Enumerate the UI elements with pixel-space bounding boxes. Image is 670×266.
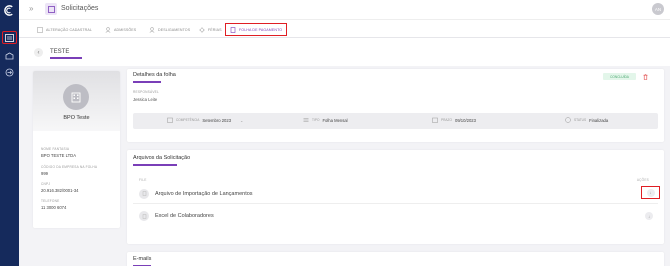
building-icon bbox=[71, 92, 81, 103]
company-profile-card: BPO Teste NOME FANTASIA BPO TESTE LTDA C… bbox=[33, 71, 120, 228]
arquivos-card: Arquivos da Solicitação FILE AÇÕES Arqui… bbox=[127, 150, 664, 244]
check-icon bbox=[565, 117, 571, 123]
profile-field-nome-fantasia: NOME FANTASIA BPO TESTE LTDA bbox=[41, 147, 76, 158]
info-value: Setembro 2023 bbox=[202, 117, 232, 123]
chevron-down-icon[interactable]: ⌄ bbox=[240, 118, 243, 123]
tab-label: FÉRIAS bbox=[208, 27, 222, 32]
sub-header: ‹ TESTE bbox=[19, 38, 670, 66]
title-underline bbox=[133, 164, 177, 166]
calendar-icon bbox=[432, 117, 438, 123]
nav-integracoes-icon[interactable] bbox=[2, 66, 17, 79]
column-header-actions: AÇÕES bbox=[636, 178, 649, 182]
tab-bar: ALTERAÇÃO CADASTRAL ADMISSÕES DESLIGAMEN… bbox=[19, 19, 670, 39]
info-tipo: TIPO Folha Mensal bbox=[303, 117, 348, 123]
emails-title: E-mails bbox=[133, 256, 152, 262]
field-label: CNPJ bbox=[41, 182, 51, 186]
back-button[interactable]: ‹ bbox=[34, 48, 43, 57]
left-rail bbox=[0, 0, 19, 266]
field-value: BPO TESTE LTDA bbox=[41, 153, 76, 158]
tab-label: ADMISSÕES bbox=[114, 27, 137, 32]
nav-solicitacoes-icon[interactable] bbox=[2, 31, 17, 44]
nav-empresas-icon[interactable] bbox=[2, 49, 17, 62]
field-label: CÓDIGO DA EMPRESA NA FOLHA bbox=[41, 165, 98, 169]
download-icon: ↓ bbox=[646, 188, 655, 197]
title-underline bbox=[133, 81, 161, 83]
edit-icon bbox=[37, 26, 43, 33]
status-badge: CONCLUÍDA bbox=[603, 73, 636, 80]
details-card: Detalhes da folha CONCLUÍDA RESPONSÁVEL … bbox=[127, 69, 664, 142]
trash-icon bbox=[643, 73, 648, 80]
tab-folha-de-pagamento[interactable]: FOLHA DE PAGAMENTO bbox=[225, 23, 288, 39]
user-remove-icon bbox=[149, 26, 155, 33]
user-add-icon bbox=[105, 26, 111, 33]
top-header: » Solicitações AN bbox=[19, 0, 670, 19]
document-icon bbox=[230, 26, 236, 33]
field-label: TELEFONE bbox=[41, 199, 60, 203]
info-value: Finalizada bbox=[589, 117, 609, 123]
field-value: 20.916.382/0001-34 bbox=[41, 188, 79, 193]
calendar-icon bbox=[167, 117, 173, 123]
title-underline bbox=[50, 57, 82, 59]
list-icon bbox=[303, 118, 309, 122]
info-competencia: COMPETÊNCIA Setembro 2023 ⌄ bbox=[167, 117, 243, 123]
sun-icon bbox=[199, 26, 205, 33]
chevron-left-icon: ‹ bbox=[37, 49, 40, 56]
field-label: NOME FANTASIA bbox=[41, 147, 70, 151]
details-title: Detalhes da folha bbox=[133, 72, 176, 78]
info-prazo: PRAZO 09/10/2023 bbox=[432, 117, 476, 123]
file-name: Arquivo de Importação de Lançamentos bbox=[155, 190, 253, 197]
responsavel-label: RESPONSÁVEL bbox=[133, 90, 159, 94]
delete-button[interactable] bbox=[642, 73, 649, 80]
app-logo-icon bbox=[4, 5, 13, 16]
tab-label: FOLHA DE PAGAMENTO bbox=[239, 27, 283, 32]
download-button[interactable]: ↓ bbox=[641, 186, 660, 199]
info-value: 09/10/2023 bbox=[454, 117, 476, 123]
file-name: Excel de Colaboradores bbox=[155, 213, 214, 219]
column-header-file: FILE bbox=[139, 178, 147, 182]
tab-ferias[interactable]: FÉRIAS bbox=[199, 23, 222, 36]
tab-label: ALTERAÇÃO CADASTRAL bbox=[46, 27, 92, 32]
responsavel-value: Jessica Leite bbox=[133, 97, 158, 102]
file-row: Excel de Colaboradores bbox=[133, 206, 658, 226]
profile-field-codigo: CÓDIGO DA EMPRESA NA FOLHA 999 bbox=[41, 165, 97, 176]
page-title: Solicitações bbox=[61, 5, 99, 12]
info-label: TIPO bbox=[312, 118, 320, 122]
details-info-bar: COMPETÊNCIA Setembro 2023 ⌄ TIPO Folha M… bbox=[133, 113, 658, 129]
tab-label: DESLIGAMENTOS bbox=[158, 27, 191, 32]
info-status: STATUS Finalizada bbox=[565, 117, 608, 123]
info-label: PRAZO bbox=[441, 118, 452, 122]
arquivos-title: Arquivos da Solicitação bbox=[133, 155, 191, 161]
info-label: STATUS bbox=[574, 118, 587, 122]
field-value: 11 3000 6074 bbox=[41, 205, 67, 210]
company-logo bbox=[63, 84, 89, 110]
solicitacoes-icon bbox=[45, 3, 57, 15]
field-value: 999 bbox=[41, 171, 48, 176]
expand-sidebar-icon[interactable]: » bbox=[29, 4, 33, 13]
profile-field-cnpj: CNPJ 20.916.382/0001-34 bbox=[41, 182, 79, 193]
avatar[interactable]: AN bbox=[652, 3, 664, 15]
tab-alteracao-cadastral[interactable]: ALTERAÇÃO CADASTRAL bbox=[37, 23, 92, 36]
tab-admissoes[interactable]: ADMISSÕES bbox=[105, 23, 136, 36]
info-value: Folha Mensal bbox=[322, 117, 348, 123]
download-button[interactable]: ↓ bbox=[644, 211, 654, 221]
emails-card: E-mails bbox=[127, 252, 664, 266]
company-name: BPO Teste bbox=[63, 115, 90, 121]
file-row: Arquivo de Importação de Lançamentos bbox=[133, 184, 658, 204]
info-label: COMPETÊNCIA bbox=[176, 118, 200, 122]
download-icon: ↓ bbox=[645, 212, 653, 220]
company-title: TESTE bbox=[50, 49, 70, 55]
file-icon bbox=[139, 188, 149, 199]
tab-desligamentos[interactable]: DESLIGAMENTOS bbox=[149, 23, 190, 36]
profile-field-telefone: TELEFONE 11 3000 6074 bbox=[41, 199, 66, 210]
file-icon bbox=[139, 211, 149, 221]
